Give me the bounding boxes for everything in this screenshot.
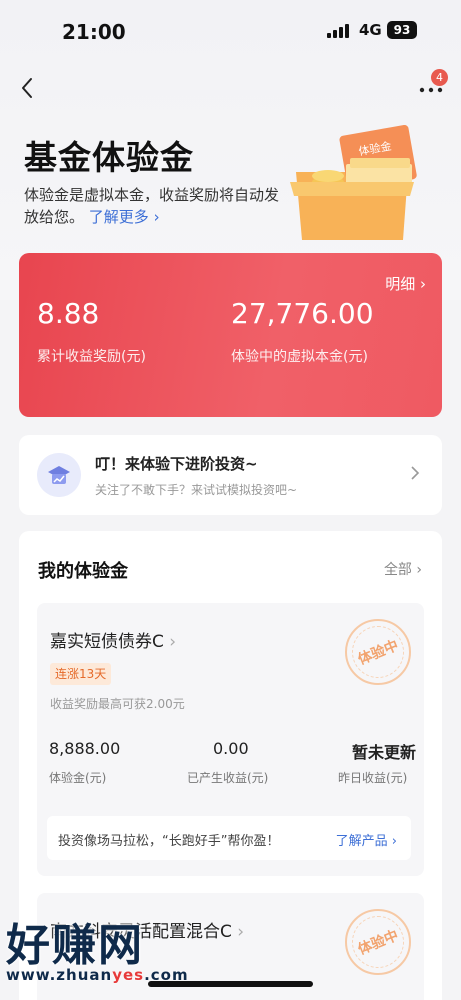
chevron-right-icon bbox=[411, 466, 420, 480]
learn-product-link[interactable]: 了解产品 › bbox=[336, 830, 397, 849]
in-trial-stamp: 体验中 bbox=[345, 909, 411, 975]
yesterday-label: 昨日收益(元) bbox=[338, 771, 408, 785]
detail-label: 明细 bbox=[385, 275, 416, 293]
notification-badge: 4 bbox=[431, 69, 448, 86]
summary-card: 明细 › 8.88 27,776.00 累计收益奖励(元) 体验中的虚拟本金(元… bbox=[19, 253, 442, 417]
trial-amount-value: 8,888.00 bbox=[49, 739, 121, 758]
earned-value: 0.00 bbox=[213, 739, 249, 758]
earned-label: 已产生收益(元) bbox=[187, 771, 269, 785]
page-title: 基金体验金 bbox=[24, 138, 194, 177]
reward-label: 累计收益奖励(元) bbox=[37, 349, 146, 365]
watermark-url-a: www.zhuan bbox=[6, 966, 113, 984]
view-all-label: 全部 bbox=[383, 562, 412, 578]
reward-note: 收益奖励最高可获2.00元 bbox=[50, 697, 185, 711]
page-description: 体验金是虚拟本金，收益奖励将自动发放给您。 了解更多 › bbox=[24, 184, 284, 228]
in-trial-stamp: 体验中 bbox=[345, 619, 411, 685]
promo-card[interactable]: 叮！来体验下进阶投资~ 关注了不敢下手？来试试模拟投资吧~ bbox=[19, 435, 442, 515]
section-title: 我的体验金 bbox=[38, 561, 128, 582]
learn-more-label: 了解更多 bbox=[88, 208, 149, 226]
yesterday-value: 暂未更新 bbox=[352, 743, 417, 762]
back-button[interactable] bbox=[18, 76, 38, 100]
product-tip-bar[interactable]: 投资像场马拉松，“长跑好手”帮你盈！ 了解产品 › bbox=[47, 816, 411, 860]
watermark-url-b: yes bbox=[112, 966, 145, 984]
battery-icon: 93 bbox=[387, 21, 417, 39]
home-indicator[interactable] bbox=[148, 981, 313, 987]
promo-title: 叮！来体验下进阶投资~ bbox=[95, 455, 258, 473]
fund-card[interactable]: 嘉实短债债券C › 连涨13天 收益奖励最高可获2.00元 体验中 8,888.… bbox=[37, 603, 424, 876]
promo-subtitle: 关注了不敢下手？来试试模拟投资吧~ bbox=[95, 483, 298, 497]
learn-more-link[interactable]: 了解更多 › bbox=[89, 208, 160, 226]
detail-link[interactable]: 明细 › bbox=[385, 273, 426, 294]
gift-box-illustration: 体验金 bbox=[290, 124, 417, 240]
status-bar: 21:00 4G 93 bbox=[0, 0, 461, 62]
reward-value: 8.88 bbox=[37, 297, 100, 330]
status-time: 21:00 bbox=[62, 20, 126, 44]
network-label: 4G bbox=[359, 21, 382, 39]
principal-value: 27,776.00 bbox=[231, 297, 374, 330]
product-tip-text: 投资像场马拉松，“长跑好手”帮你盈！ bbox=[58, 834, 280, 849]
principal-label: 体验中的虚拟本金(元) bbox=[231, 349, 368, 365]
fund-name[interactable]: 嘉实短债债券C › bbox=[50, 627, 176, 652]
graduation-cap-chart-icon bbox=[37, 453, 81, 497]
watermark-brand: 好赚网 bbox=[6, 920, 144, 971]
view-all-link[interactable]: 全部 › bbox=[384, 559, 422, 579]
chevron-left-icon bbox=[22, 78, 32, 98]
trial-amount-label: 体验金(元) bbox=[49, 771, 107, 785]
fund-name-label: 嘉实短债债券C bbox=[50, 632, 164, 652]
learn-product-label: 了解产品 bbox=[335, 834, 388, 849]
streak-tag: 连涨13天 bbox=[50, 663, 112, 685]
signal-icon bbox=[327, 24, 351, 38]
